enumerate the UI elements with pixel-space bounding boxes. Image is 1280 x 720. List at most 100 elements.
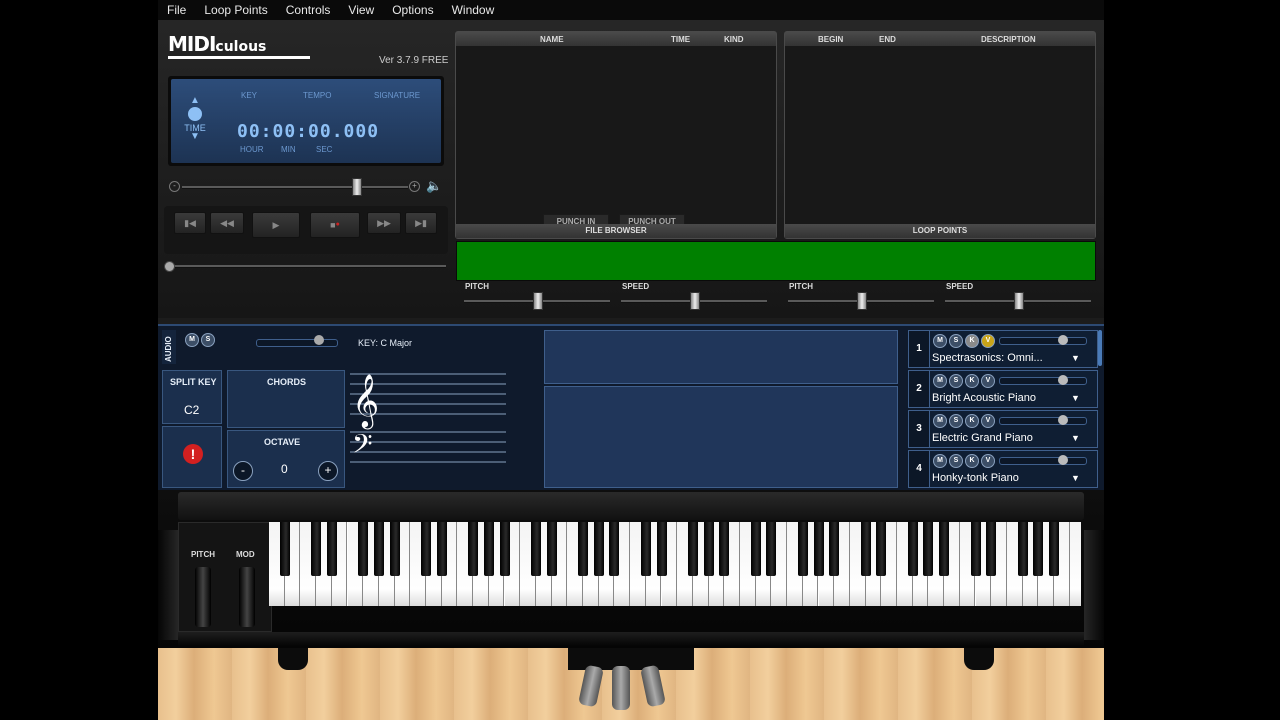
right-pedal[interactable] — [640, 664, 666, 708]
speaker-icon[interactable]: 🔈 — [426, 178, 442, 194]
track-v-button[interactable]: V — [981, 454, 995, 468]
menu-loop-points[interactable]: Loop Points — [195, 3, 276, 17]
time-mode-icon[interactable]: ▲ TIME ▼ — [181, 96, 209, 145]
track-v-button[interactable]: V — [981, 414, 995, 428]
rewind-button[interactable]: ◀◀ — [210, 212, 244, 234]
track-volume-handle[interactable] — [1058, 335, 1068, 345]
track-volume-slider[interactable] — [999, 337, 1087, 345]
position-slider[interactable] — [168, 265, 446, 268]
pitch-slider-1-handle[interactable] — [533, 292, 543, 310]
audio-volume-handle[interactable] — [314, 335, 324, 345]
black-key[interactable] — [436, 522, 447, 576]
mod-wheel[interactable] — [239, 567, 255, 627]
split-key-value[interactable]: C2 — [184, 403, 199, 417]
black-key[interactable] — [1017, 522, 1028, 576]
track-row-2[interactable]: 2 M S K V Bright Acoustic Piano ▼ — [908, 370, 1098, 408]
black-key[interactable] — [389, 522, 400, 576]
black-key[interactable] — [279, 522, 290, 576]
black-key[interactable] — [829, 522, 840, 576]
menu-file[interactable]: File — [158, 3, 195, 17]
menu-controls[interactable]: Controls — [277, 3, 340, 17]
piano-keyboard[interactable] — [269, 522, 1081, 606]
col-kind[interactable]: KIND — [724, 35, 744, 44]
track-volume-slider[interactable] — [999, 417, 1087, 425]
black-key[interactable] — [986, 522, 997, 576]
white-key[interactable] — [1069, 522, 1081, 606]
track-row-3[interactable]: 3 M S K V Electric Grand Piano ▼ — [908, 410, 1098, 448]
track-row-4[interactable]: 4 M S K V Honky-tonk Piano ▼ — [908, 450, 1098, 488]
left-pedal[interactable] — [578, 664, 604, 708]
track-mute-button[interactable]: M — [933, 334, 947, 348]
track-solo-button[interactable]: S — [949, 334, 963, 348]
black-key[interactable] — [421, 522, 431, 576]
col-description[interactable]: DESCRIPTION — [981, 35, 1036, 44]
chords-panel[interactable]: CHORDS — [227, 370, 345, 428]
track-k-button[interactable]: K — [965, 454, 979, 468]
track-k-button[interactable]: K — [965, 374, 979, 388]
track-v-button[interactable]: V — [981, 374, 995, 388]
track-solo-button[interactable]: S — [949, 414, 963, 428]
black-key[interactable] — [970, 522, 981, 576]
octave-down-button[interactable]: - — [233, 461, 253, 481]
position-slider-handle[interactable] — [164, 261, 175, 272]
black-key[interactable] — [939, 522, 950, 576]
black-key[interactable] — [546, 522, 557, 576]
audio-mute-button[interactable]: M — [185, 333, 199, 347]
track-volume-slider[interactable] — [999, 377, 1087, 385]
col-begin[interactable]: BEGIN — [818, 35, 843, 44]
track-k-button[interactable]: K — [965, 334, 979, 348]
waveform-bar[interactable] — [456, 241, 1096, 281]
black-key[interactable] — [703, 522, 714, 576]
track-volume-slider[interactable] — [999, 457, 1087, 465]
speed-slider-2-handle[interactable] — [1014, 292, 1024, 310]
black-key[interactable] — [468, 522, 479, 576]
skip-to-end-button[interactable]: ▶▮ — [405, 212, 437, 234]
skip-to-start-button[interactable]: ▮◀ — [174, 212, 206, 234]
black-key[interactable] — [311, 522, 322, 576]
track-solo-button[interactable]: S — [949, 374, 963, 388]
col-name[interactable]: NAME — [540, 35, 564, 44]
black-key[interactable] — [656, 522, 667, 576]
volume-slider-handle[interactable] — [352, 178, 362, 196]
speed-slider-1-handle[interactable] — [690, 292, 700, 310]
track-mute-button[interactable]: M — [933, 374, 947, 388]
track-volume-handle[interactable] — [1058, 375, 1068, 385]
black-key[interactable] — [766, 522, 777, 576]
menu-view[interactable]: View — [339, 3, 383, 17]
track-k-button[interactable]: K — [965, 414, 979, 428]
octave-up-button[interactable]: + — [318, 461, 338, 481]
black-key[interactable] — [326, 522, 337, 576]
warning-icon[interactable]: ! — [183, 444, 203, 464]
black-key[interactable] — [373, 522, 384, 576]
volume-slider[interactable] — [182, 186, 408, 189]
menu-options[interactable]: Options — [383, 3, 442, 17]
col-time[interactable]: TIME — [671, 35, 690, 44]
track-solo-button[interactable]: S — [949, 454, 963, 468]
track-dropdown-icon[interactable]: ▼ — [1071, 433, 1080, 443]
volume-down-icon[interactable]: - — [169, 181, 180, 192]
volume-up-icon[interactable]: + — [409, 181, 420, 192]
middle-pedal[interactable] — [612, 666, 630, 710]
play-button[interactable]: ▶ — [252, 212, 300, 238]
black-key[interactable] — [923, 522, 934, 576]
stop-record-button[interactable]: ■● — [310, 212, 360, 238]
track-dropdown-icon[interactable]: ▼ — [1071, 353, 1080, 363]
track-list-scrollbar[interactable] — [1098, 330, 1102, 366]
black-key[interactable] — [750, 522, 761, 576]
black-key[interactable] — [483, 522, 494, 576]
audio-solo-button[interactable]: S — [201, 333, 215, 347]
pitch-wheel[interactable] — [195, 567, 211, 627]
black-key[interactable] — [358, 522, 369, 576]
black-key[interactable] — [1033, 522, 1044, 576]
black-key[interactable] — [907, 522, 918, 576]
black-key[interactable] — [530, 522, 541, 576]
black-key[interactable] — [640, 522, 651, 576]
col-end[interactable]: END — [879, 35, 896, 44]
track-volume-handle[interactable] — [1058, 455, 1068, 465]
track-mute-button[interactable]: M — [933, 454, 947, 468]
audio-volume-slider[interactable] — [256, 339, 338, 347]
fast-forward-button[interactable]: ▶▶ — [367, 212, 401, 234]
black-key[interactable] — [860, 522, 871, 576]
black-key[interactable] — [593, 522, 604, 576]
black-key[interactable] — [876, 522, 887, 576]
